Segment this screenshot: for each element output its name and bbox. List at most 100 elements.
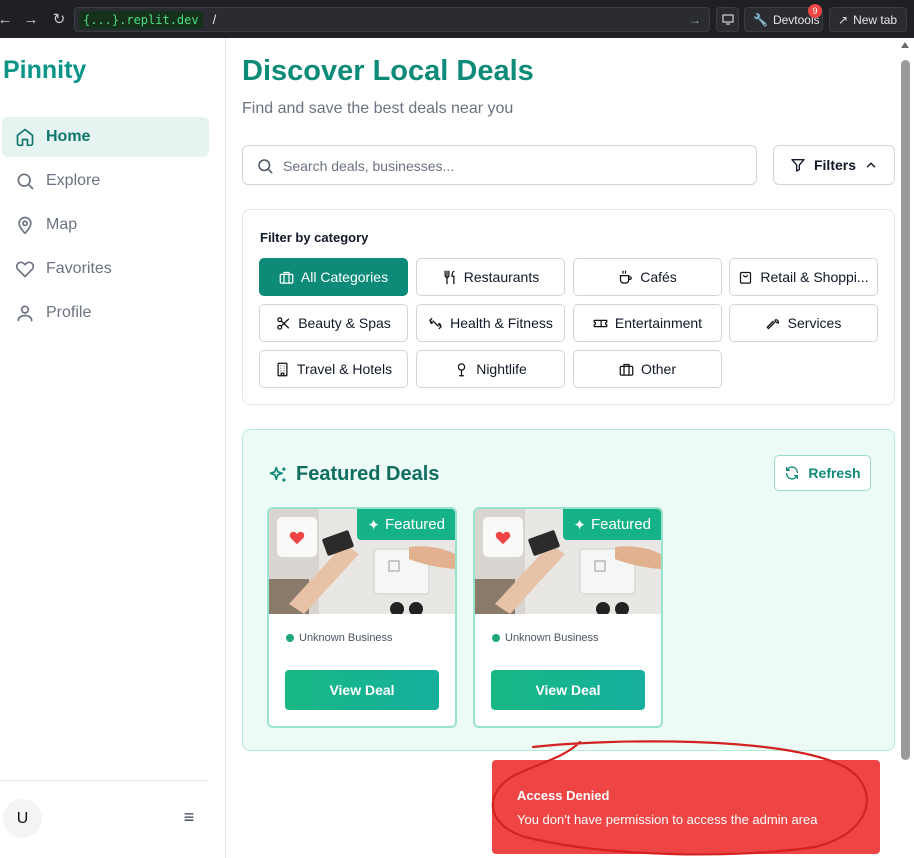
sidebar-item-home[interactable]: Home <box>2 117 209 157</box>
sidebar-item-favorites[interactable]: Favorites <box>2 249 209 289</box>
coffee-icon <box>620 270 632 284</box>
url-host: {...}.replit.dev <box>79 10 203 29</box>
business-label: Unknown Business <box>505 632 599 644</box>
featured-title: Featured Deals <box>268 463 439 486</box>
view-deal-button[interactable]: View Deal <box>491 670 645 710</box>
monitor-icon <box>721 14 734 25</box>
scroll-thumb[interactable] <box>901 60 910 760</box>
back-icon[interactable]: ← <box>0 8 16 30</box>
category-entertainment[interactable]: Entertainment <box>573 304 722 342</box>
screen-icon-button[interactable] <box>716 7 739 32</box>
url-path: / <box>212 12 217 27</box>
sidebar-item-explore[interactable]: Explore <box>2 161 209 201</box>
status-dot <box>492 634 500 642</box>
status-dot <box>286 634 294 642</box>
chip-label: Travel & Hotels <box>296 361 393 377</box>
devtools-button[interactable]: 🔧 Devtools 9 <box>744 4 823 32</box>
heart-icon <box>495 531 511 545</box>
search-icon <box>17 173 34 190</box>
category-services[interactable]: Services <box>729 304 878 342</box>
page-scrollbar[interactable] <box>897 38 914 858</box>
featured-badge-label: Featured <box>590 516 651 533</box>
category-retail[interactable]: Retail & Shoppi... <box>729 258 878 296</box>
avatar[interactable]: U <box>3 799 42 838</box>
devtools-badge: 9 <box>808 4 822 18</box>
toast-message: You don't have permission to access the … <box>517 812 818 827</box>
sidebar: Pinnity Home Explore Map Favorites Profi… <box>0 38 226 858</box>
category-all[interactable]: All Categories <box>259 258 408 296</box>
chip-label: Retail & Shoppi... <box>760 269 869 285</box>
category-nightlife[interactable]: Nightlife <box>416 350 565 388</box>
category-title: Filter by category <box>260 230 369 245</box>
sidebar-divider <box>0 780 209 781</box>
dumbbell-icon <box>429 317 443 329</box>
favorite-button[interactable] <box>277 517 317 557</box>
briefcase-icon <box>619 363 634 376</box>
browser-toolbar: ← → ↻ {...}.replit.dev / → 🔧 Devtools 9 … <box>0 0 914 38</box>
shopping-bag-icon <box>740 271 752 284</box>
business-name: Unknown Business <box>492 632 599 644</box>
sidebar-item-profile[interactable]: Profile <box>2 293 209 333</box>
go-arrow-icon[interactable]: → <box>689 13 701 27</box>
category-filter-panel: Filter by category All Categories Restau… <box>242 209 895 405</box>
search-input[interactable] <box>283 154 743 178</box>
category-beauty[interactable]: Beauty & Spas <box>259 304 408 342</box>
utensils-icon <box>444 270 455 284</box>
page-subtitle: Find and save the best deals near you <box>242 100 514 117</box>
category-other[interactable]: Other <box>573 350 722 388</box>
search-icon <box>258 159 273 174</box>
refresh-button[interactable]: Refresh <box>774 455 871 491</box>
new-tab-label: New tab <box>853 12 898 27</box>
sidebar-item-label: Map <box>46 216 78 233</box>
chip-label: Entertainment <box>614 315 703 331</box>
deal-card[interactable]: ✦ Featured Unknown Business View Deal <box>473 507 663 728</box>
chip-label: Other <box>640 361 676 377</box>
filter-icon <box>791 159 805 172</box>
business-name: Unknown Business <box>286 632 393 644</box>
scroll-up-icon[interactable] <box>901 42 909 48</box>
chip-label: Services <box>787 315 842 331</box>
external-link-icon: ↗ <box>838 12 849 27</box>
forward-icon[interactable]: → <box>20 8 42 30</box>
chip-label: Nightlife <box>476 361 527 377</box>
featured-deals-section: Featured Deals Refresh ✦ Featured Unknow… <box>242 429 895 751</box>
favorite-button[interactable] <box>483 517 523 557</box>
sidebar-item-map[interactable]: Map <box>2 205 209 245</box>
access-denied-toast[interactable]: Access Denied You don't have permission … <box>492 760 880 854</box>
sparkles-icon: ✦ <box>367 516 380 534</box>
toast-title: Access Denied <box>517 788 610 803</box>
view-deal-button[interactable]: View Deal <box>285 670 439 710</box>
new-tab-button[interactable]: ↗ New tab <box>829 7 907 32</box>
sidebar-item-label: Home <box>46 128 91 145</box>
chip-label: Health & Fitness <box>450 315 553 331</box>
mic-icon <box>457 362 466 376</box>
scissors-icon <box>277 316 290 330</box>
category-travel[interactable]: Travel & Hotels <box>259 350 408 388</box>
featured-badge: ✦ Featured <box>563 509 661 540</box>
deal-card[interactable]: ✦ Featured Unknown Business View Deal <box>267 507 457 728</box>
chip-label: All Categories <box>300 269 389 285</box>
heart-icon <box>15 261 35 278</box>
menu-icon[interactable]: ≡ <box>180 807 198 827</box>
building-icon <box>277 362 288 376</box>
heart-icon <box>289 531 305 545</box>
filters-button[interactable]: Filters <box>773 145 895 185</box>
address-bar[interactable]: {...}.replit.dev / → <box>74 7 710 32</box>
map-pin-icon <box>18 216 32 235</box>
filters-label: Filters <box>813 157 856 173</box>
ticket-icon <box>593 319 608 327</box>
sparkles-icon <box>269 466 286 482</box>
chip-label: Beauty & Spas <box>298 315 391 331</box>
category-health[interactable]: Health & Fitness <box>416 304 565 342</box>
sidebar-item-label: Explore <box>46 172 101 189</box>
sidebar-item-label: Profile <box>46 304 92 321</box>
user-icon <box>17 305 33 322</box>
chevron-up-icon <box>866 162 876 168</box>
chip-label: Cafés <box>640 269 677 285</box>
page-title: Discover Local Deals <box>242 55 534 87</box>
category-restaurants[interactable]: Restaurants <box>416 258 565 296</box>
brand-logo[interactable]: Pinnity <box>3 56 86 85</box>
search-box[interactable] <box>242 145 757 185</box>
category-cafes[interactable]: Cafés <box>573 258 722 296</box>
reload-icon[interactable]: ↻ <box>48 8 70 30</box>
